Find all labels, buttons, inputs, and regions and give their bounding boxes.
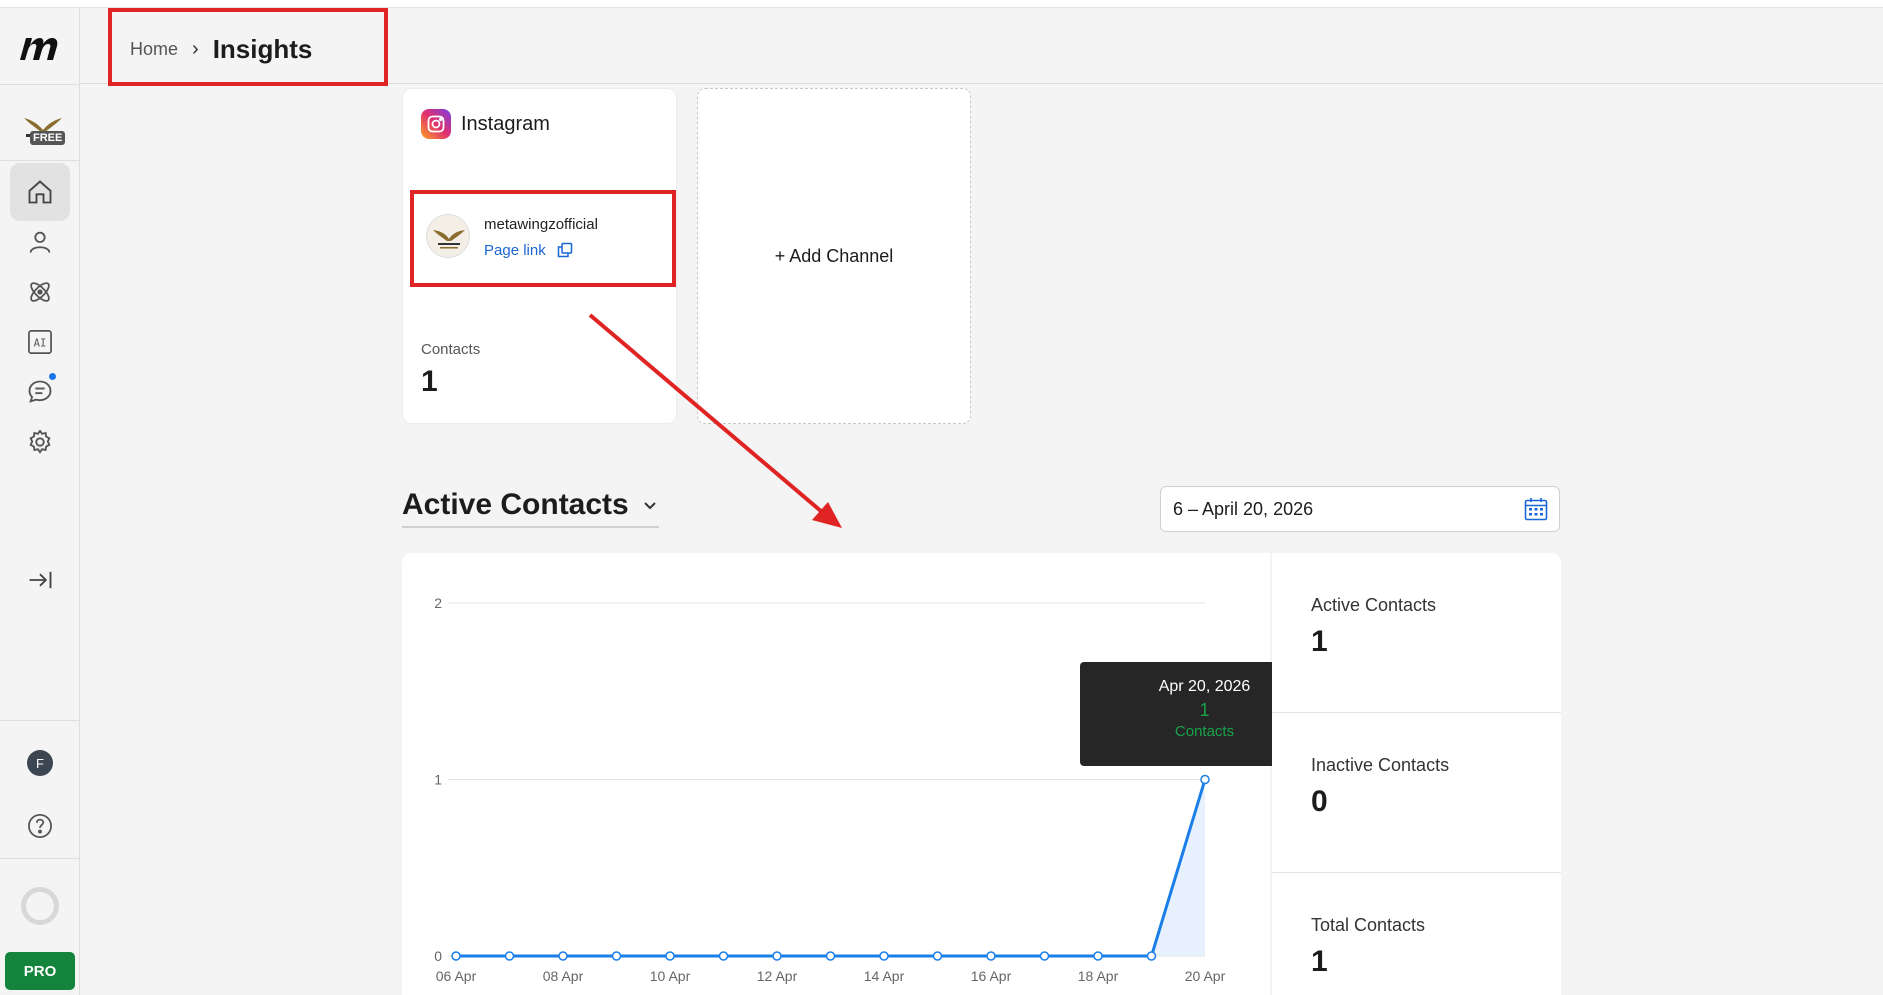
stat-value: 1: [1311, 625, 1328, 658]
contacts-label: Contacts: [421, 341, 481, 358]
data-point: [1039, 951, 1050, 961]
stat-label: Active Contacts: [1311, 595, 1437, 615]
data-point: [1200, 774, 1210, 785]
add-channel-card[interactable]: + Add Channel: [697, 88, 971, 424]
sidebar: FREE AI F PRO: [0, 8, 80, 995]
stats-panel: Active Contacts 1 Inactive Contacts 0 To…: [1272, 553, 1561, 995]
x-tick-label: 16 Apr: [971, 968, 1012, 984]
user-icon: [29, 231, 51, 253]
stat-label: Total Contacts: [1311, 915, 1426, 935]
y-tick-label: 0: [434, 948, 442, 964]
nav-settings[interactable]: [10, 413, 70, 471]
data-point: [772, 951, 782, 961]
account-avatar: [426, 214, 470, 258]
calendar-icon[interactable]: [1523, 496, 1549, 522]
data-point: [986, 951, 996, 961]
chart-card: 0 1 2 06 Apr 08 Apr 10 Apr 12 Apr 14 Apr 16 Apr 1…: [402, 553, 1270, 995]
data-point: [504, 951, 515, 961]
top-strip: [0, 0, 1883, 8]
add-channel-label[interactable]: + Add Channel: [775, 246, 894, 267]
data-point: [665, 951, 675, 961]
series-line: [456, 779, 1207, 958]
help-button[interactable]: [10, 797, 70, 855]
user-avatar[interactable]: F: [27, 750, 53, 776]
data-point: [718, 951, 729, 961]
ai-icon: AI: [28, 330, 52, 354]
sidebar-divider: [0, 858, 80, 859]
atom-icon: [30, 282, 50, 302]
sidebar-divider: [0, 720, 80, 721]
stat-label: Inactive Contacts: [1311, 755, 1450, 775]
y-tick-label: 1: [434, 772, 442, 788]
upgrade-pro-button[interactable]: PRO: [5, 952, 75, 990]
data-point: [451, 951, 461, 961]
channel-card-instagram[interactable]: Instagram metawingzofficial Page link Co…: [402, 88, 677, 424]
chat-icon: [28, 380, 52, 403]
x-tick-label: 20 Apr: [1185, 968, 1226, 984]
page-link[interactable]: Page link: [484, 241, 574, 259]
app-logo[interactable]: [18, 32, 62, 64]
contacts-value: 1: [421, 365, 438, 398]
x-tick-label: 08 Apr: [543, 968, 584, 984]
stat-value: 1: [1311, 945, 1328, 978]
chevron-down-icon: [644, 502, 656, 510]
help-icon: [28, 814, 52, 838]
account-name: metawingzofficial: [484, 216, 598, 233]
breadcrumb-home[interactable]: Home: [130, 39, 178, 60]
app: FREE AI F PRO Home › Insights Instagram …: [0, 0, 1883, 995]
stat-value: 0: [1311, 785, 1328, 818]
x-tick-label: 18 Apr: [1078, 968, 1119, 984]
expand-icon: [29, 571, 52, 589]
chevron-right-icon: ›: [192, 38, 199, 60]
instagram-icon: [421, 109, 451, 139]
page-link-label[interactable]: Page link: [484, 242, 546, 259]
plan-badge: FREE: [30, 131, 66, 145]
data-point: [611, 951, 622, 961]
x-tick-label: 06 Apr: [436, 968, 477, 984]
page-title: Insights: [212, 34, 313, 64]
header: Home › Insights: [80, 8, 1883, 86]
home-icon: [28, 180, 52, 204]
active-contacts-chart: 0 1 2 06 Apr 08 Apr 10 Apr 12 Apr 14 Apr 16 Apr 1…: [434, 595, 1226, 984]
wings-logo-icon: [433, 230, 465, 249]
date-range-picker[interactable]: 6 – April 20, 2026: [1160, 486, 1560, 532]
sidebar-divider: [0, 160, 80, 161]
gear-icon: [29, 429, 51, 454]
stat-inactive-contacts: Inactive Contacts 0: [1272, 713, 1561, 873]
data-point: [558, 951, 568, 961]
ai-text: AI: [34, 338, 47, 350]
date-range-text: 6 – April 20, 2026: [1173, 499, 1314, 519]
stat-total-contacts: Total Contacts 1: [1272, 873, 1561, 995]
data-point: [879, 951, 889, 961]
data-point: [1093, 951, 1103, 961]
channel-title: Instagram: [421, 109, 550, 139]
x-tick-label: 12 Apr: [757, 968, 798, 984]
notification-dot: [49, 373, 56, 380]
series-area: [456, 779, 1205, 956]
y-tick-label: 2: [434, 595, 442, 611]
x-tick-label: 10 Apr: [650, 968, 691, 984]
metric-selector[interactable]: Active Contacts: [402, 488, 659, 528]
usage-progress-ring: [21, 887, 59, 925]
copy-icon[interactable]: [556, 241, 574, 259]
stat-active-contacts: Active Contacts 1: [1272, 553, 1561, 713]
account-highlight: metawingzofficial Page link: [410, 190, 676, 287]
breadcrumb: Home › Insights: [130, 34, 312, 65]
data-point: [932, 951, 943, 961]
x-tick-label: 14 Apr: [864, 968, 905, 984]
section-title: Active Contacts: [402, 488, 629, 521]
expand-sidebar-button[interactable]: [10, 551, 70, 609]
data-point: [1146, 951, 1157, 961]
data-point: [825, 951, 836, 961]
sidebar-divider: [0, 84, 80, 85]
channel-name: Instagram: [461, 112, 550, 135]
